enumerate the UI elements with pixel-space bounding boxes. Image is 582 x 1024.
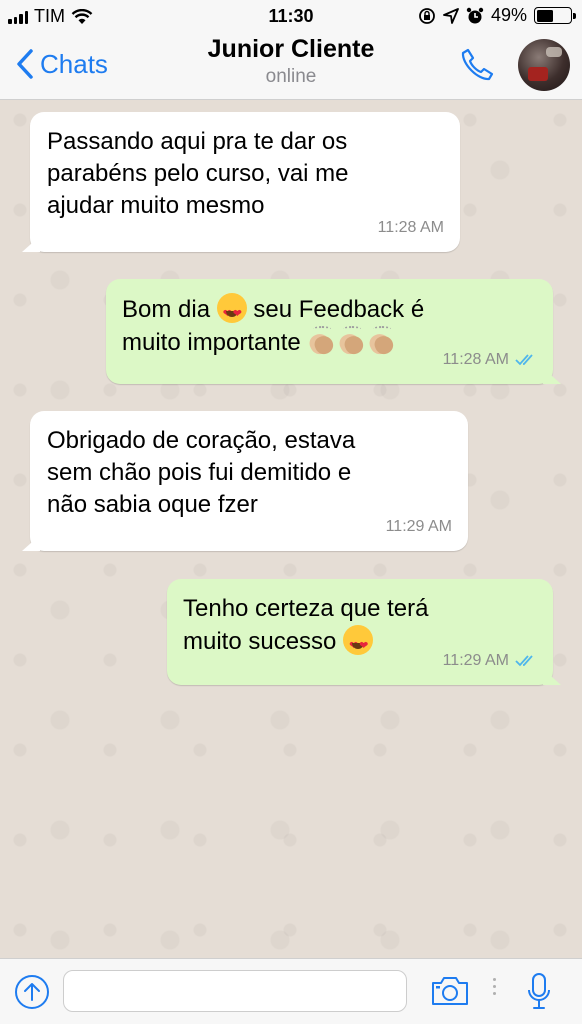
rotation-lock-icon — [419, 7, 435, 24]
microphone-button[interactable] — [526, 972, 552, 1017]
more-dots-icon[interactable] — [490, 978, 498, 995]
message-outgoing[interactable]: Bom dia seu Feedback é muito importante … — [106, 279, 553, 384]
message-meta: 11:29 AM — [386, 511, 452, 543]
clapping-hands-emoji — [337, 326, 367, 358]
message-text-part: Bom dia — [122, 296, 217, 323]
heart-eyes-emoji — [343, 625, 374, 662]
camera-button[interactable] — [430, 975, 470, 1012]
status-bar: TIM 11:30 49% — [0, 0, 582, 34]
status-right: 49% — [418, 5, 576, 26]
heart-eyes-emoji — [216, 293, 247, 330]
message-text: Passando aqui pra te dar os parabéns pel… — [47, 128, 349, 219]
double-check-icon — [515, 655, 533, 667]
message-time: 11:28 AM — [377, 219, 444, 236]
microphone-icon — [528, 973, 550, 1009]
message-meta: 11:28 AM — [378, 212, 444, 244]
message-outgoing[interactable]: Tenho certeza que terá muito sucesso 11:… — [167, 579, 553, 685]
battery-percent: 49% — [490, 5, 527, 25]
whatsapp-chat-screen: TIM 11:30 49% Chats Junior Cliente onlin… — [0, 0, 582, 1024]
message-meta: 11:28 AM — [443, 344, 537, 376]
clapping-hands-emoji — [307, 326, 337, 358]
camera-icon — [432, 977, 468, 1005]
attach-icon — [15, 975, 49, 1009]
chat-area[interactable]: Passando aqui pra te dar os parabéns pel… — [0, 100, 582, 958]
message-text: Obrigado de coração, estava sem chão poi… — [47, 427, 356, 518]
attach-button[interactable] — [14, 974, 50, 1015]
location-icon — [443, 7, 459, 24]
input-bar — [0, 958, 582, 1024]
call-button[interactable] — [458, 46, 496, 89]
avatar[interactable] — [518, 39, 570, 91]
double-check-icon — [515, 354, 533, 366]
chat-header: Chats Junior Cliente online — [0, 34, 582, 100]
message-incoming[interactable]: Obrigado de coração, estava sem chão poi… — [30, 411, 468, 551]
message-time: 11:29 AM — [442, 652, 509, 669]
battery-fill — [536, 9, 553, 22]
message-incoming[interactable]: Passando aqui pra te dar os parabéns pel… — [30, 112, 460, 252]
message-time: 11:28 AM — [442, 351, 509, 368]
message-time: 11:29 AM — [385, 518, 452, 535]
alarm-icon — [466, 7, 484, 23]
message-text-part: Tenho certeza que terá muito sucesso — [183, 595, 429, 655]
message-meta: 11:29 AM — [443, 645, 537, 677]
message-input[interactable] — [63, 970, 407, 1012]
clapping-hands-emoji — [367, 326, 397, 358]
battery-icon — [534, 7, 576, 24]
phone-icon — [461, 48, 494, 81]
